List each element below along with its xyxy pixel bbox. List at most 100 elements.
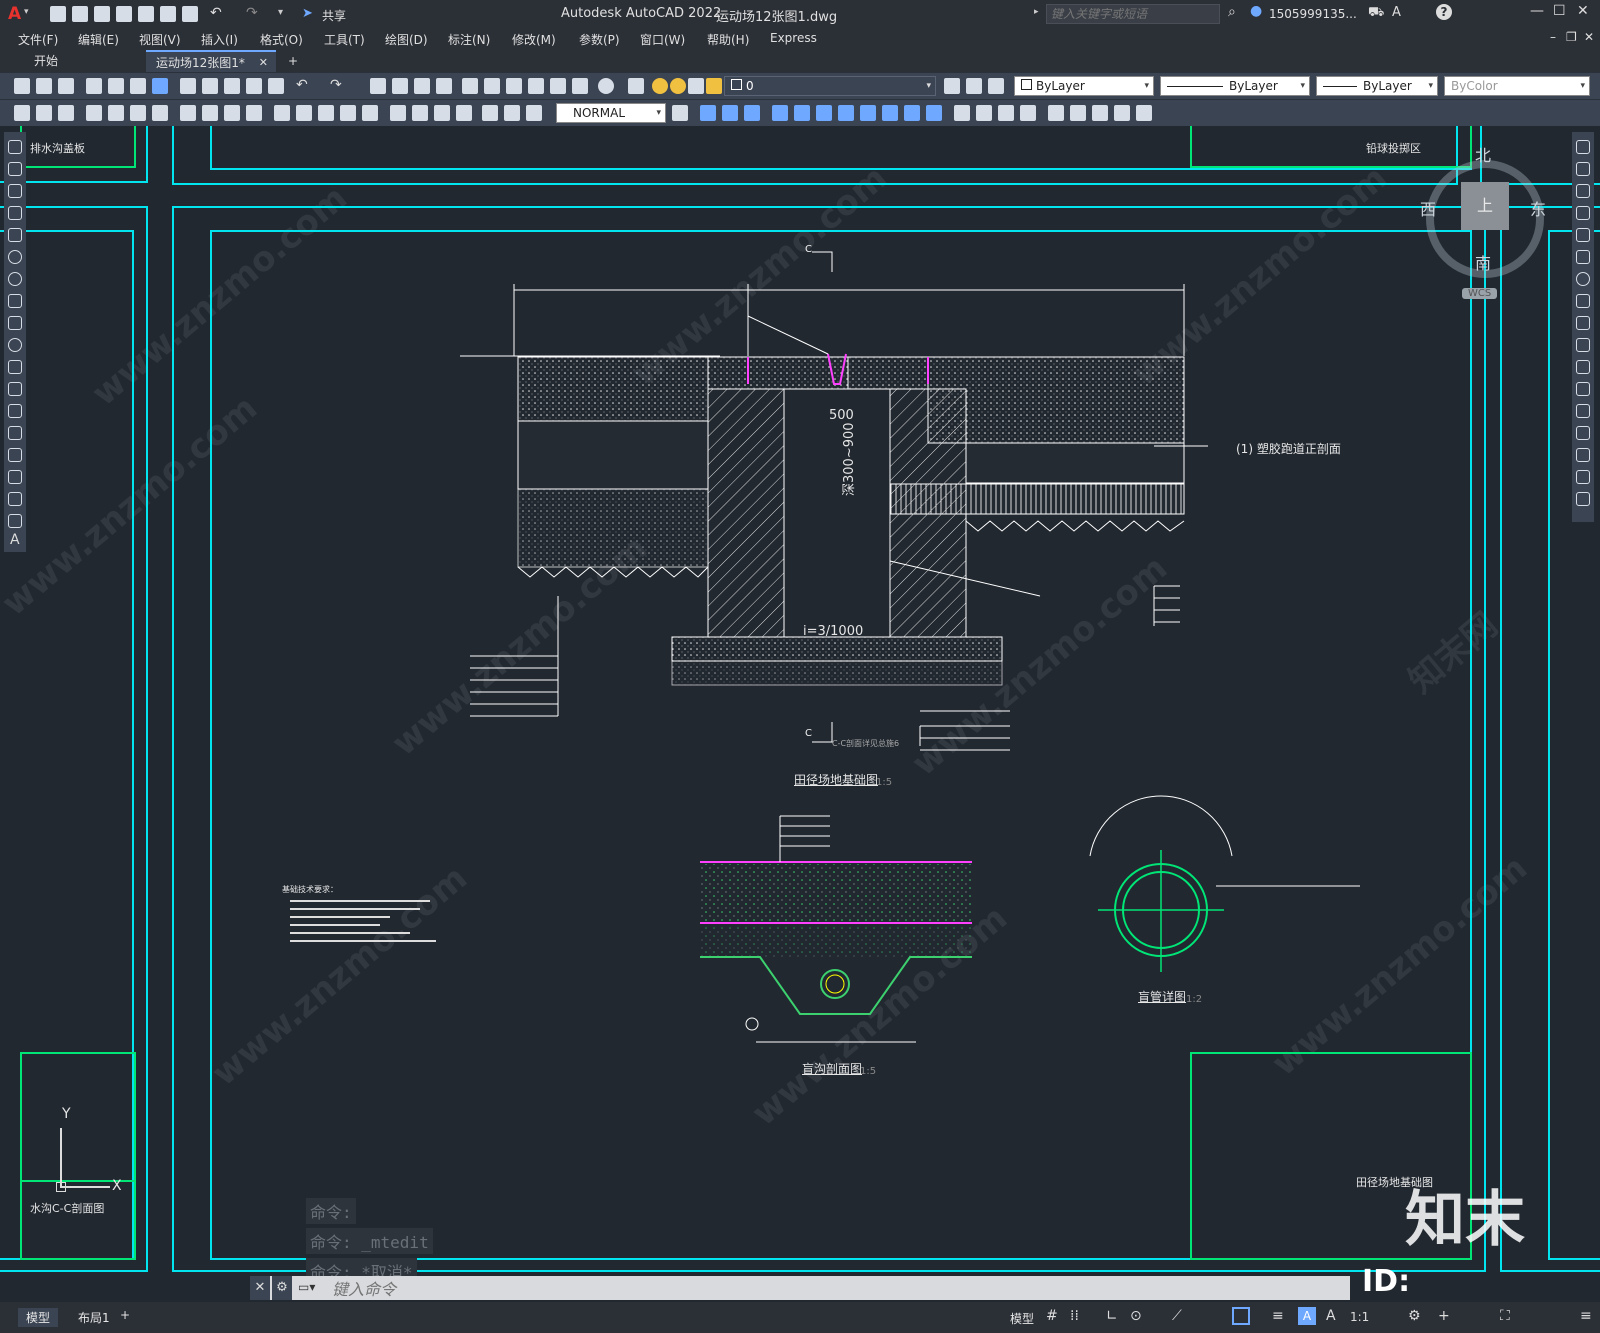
ucs-previous-icon[interactable]: [1092, 105, 1108, 121]
annotation-scale[interactable]: 1:1: [1350, 1310, 1369, 1324]
layer-properties-icon[interactable]: [628, 78, 644, 94]
cone-icon[interactable]: [744, 105, 760, 121]
customize-qat-icon[interactable]: ▾: [278, 6, 294, 22]
new-tab-button[interactable]: +: [278, 50, 302, 72]
ucs-face-icon[interactable]: [1114, 105, 1130, 121]
line-icon[interactable]: [8, 140, 22, 154]
angular-dimension-icon[interactable]: [246, 105, 262, 121]
auto-scale-icon[interactable]: A: [1326, 1308, 1336, 1324]
break-at-point-icon[interactable]: [1576, 382, 1590, 396]
menu-parametric[interactable]: 参数(P): [579, 31, 620, 48]
jogged-linear-icon[interactable]: [456, 105, 472, 121]
save-as-icon[interactable]: [116, 6, 132, 22]
ucs-world-icon[interactable]: [1070, 105, 1086, 121]
wcs-menu[interactable]: WCS: [1462, 288, 1498, 299]
scale-icon[interactable]: [1576, 294, 1590, 308]
autocad-logo-icon[interactable]: A: [8, 4, 21, 24]
annotation-monitor-icon[interactable]: +: [1438, 1308, 1450, 1324]
offset-icon[interactable]: [1576, 206, 1590, 220]
doc-minimize-icon[interactable]: –: [1550, 30, 1556, 44]
layer-viewport-icon[interactable]: [688, 78, 704, 94]
layout-tab-1[interactable]: 布局1: [70, 1308, 118, 1327]
intersect-icon[interactable]: [926, 105, 942, 121]
dimension-update-icon[interactable]: [526, 105, 542, 121]
polar-icon[interactable]: ⊙: [1130, 1308, 1142, 1324]
menu-format[interactable]: 格式(O): [260, 31, 303, 48]
zoom-previous-icon[interactable]: [436, 78, 452, 94]
menu-draw[interactable]: 绘图(D): [385, 31, 428, 48]
command-customize-icon[interactable]: ⚙: [272, 1276, 292, 1300]
zoom-realtime-icon[interactable]: [392, 78, 408, 94]
dimension-text-edit-icon[interactable]: [504, 105, 520, 121]
add-layout-button[interactable]: +: [120, 1308, 130, 1322]
copy-object-icon[interactable]: [1576, 162, 1590, 176]
object-snap-icon[interactable]: [1232, 1307, 1250, 1325]
aligned-dimension-icon[interactable]: [108, 105, 124, 121]
redo-toolbar-icon[interactable]: ↷: [330, 78, 346, 94]
radius-dimension-icon[interactable]: [180, 105, 196, 121]
menu-help[interactable]: 帮助(H): [707, 31, 749, 48]
share-button[interactable]: 共享: [322, 7, 346, 24]
viewcube-south[interactable]: 南: [1475, 250, 1491, 274]
visual-style-icon[interactable]: [954, 105, 970, 121]
rectangle-icon[interactable]: [8, 228, 22, 242]
markup-icon[interactable]: [550, 78, 566, 94]
layer-dropdown[interactable]: 0 ▾: [724, 76, 936, 96]
viewcube-north[interactable]: 北: [1475, 142, 1491, 166]
grid-icon[interactable]: #: [1046, 1308, 1058, 1324]
point-icon[interactable]: [8, 426, 22, 440]
tab-drawing[interactable]: 运动场12张图1* ✕: [146, 50, 276, 72]
snap-icon[interactable]: ⁞⁞: [1070, 1308, 1079, 1324]
construction-line-icon[interactable]: [8, 162, 22, 176]
help-icon[interactable]: ?: [1436, 4, 1452, 20]
publish-icon[interactable]: [130, 78, 146, 94]
dimension-break-icon[interactable]: [362, 105, 378, 121]
explode-icon[interactable]: [1576, 492, 1590, 506]
doc-close-icon[interactable]: ✕: [1584, 30, 1594, 44]
qnew-icon[interactable]: [14, 78, 30, 94]
tab-close-icon[interactable]: ✕: [259, 52, 268, 74]
dimension-style-icon[interactable]: [672, 105, 688, 121]
presspull-icon[interactable]: [794, 105, 810, 121]
layer-isolate-icon[interactable]: [58, 105, 74, 121]
ellipse-arc-icon[interactable]: [8, 360, 22, 374]
make-current-layer-icon[interactable]: [944, 78, 960, 94]
isodraft-icon[interactable]: ⟋: [1172, 1308, 1182, 1324]
user-name[interactable]: 1505999135...: [1269, 7, 1357, 21]
loft-icon[interactable]: [860, 105, 876, 121]
tool-palettes-icon[interactable]: [506, 78, 522, 94]
save-file-icon[interactable]: [58, 78, 74, 94]
maximize-icon[interactable]: ☐: [1553, 3, 1566, 19]
extend-icon[interactable]: [1576, 360, 1590, 374]
sheet-set-icon[interactable]: [528, 78, 544, 94]
user-icon[interactable]: ●: [1250, 3, 1262, 19]
table-icon[interactable]: [8, 514, 22, 528]
paste-icon[interactable]: [224, 78, 240, 94]
render-icon[interactable]: [976, 105, 992, 121]
menu-edit[interactable]: 编辑(E): [78, 31, 119, 48]
ellipse-icon[interactable]: [8, 338, 22, 352]
command-recent-icon[interactable]: ▭▾: [298, 1280, 315, 1294]
minimize-icon[interactable]: —: [1530, 3, 1544, 19]
text-style-dropdown[interactable]: NORMAL ▾: [556, 103, 666, 123]
box-icon[interactable]: [700, 105, 716, 121]
zoom-window-icon[interactable]: [414, 78, 430, 94]
open-file-icon[interactable]: [36, 78, 52, 94]
viewcube-face[interactable]: 上: [1461, 182, 1509, 230]
menu-tools[interactable]: 工具(T): [324, 31, 365, 48]
open-icon[interactable]: [72, 6, 88, 22]
hatch-icon[interactable]: [8, 448, 22, 462]
properties-icon[interactable]: [462, 78, 478, 94]
sweep-icon[interactable]: [816, 105, 832, 121]
quick-dimension-icon[interactable]: [274, 105, 290, 121]
save-web-icon[interactable]: [160, 6, 176, 22]
wedge-icon[interactable]: [722, 105, 738, 121]
plot-icon[interactable]: [182, 6, 198, 22]
dimension-edit-icon[interactable]: [482, 105, 498, 121]
toolbar-help-icon[interactable]: [598, 78, 614, 94]
design-center-icon[interactable]: [484, 78, 500, 94]
workspace-switch-icon[interactable]: ⚙: [1408, 1308, 1421, 1324]
arc-length-icon[interactable]: [130, 105, 146, 121]
viewcube-west[interactable]: 西: [1420, 196, 1436, 220]
multiline-text-icon[interactable]: A: [10, 532, 20, 548]
